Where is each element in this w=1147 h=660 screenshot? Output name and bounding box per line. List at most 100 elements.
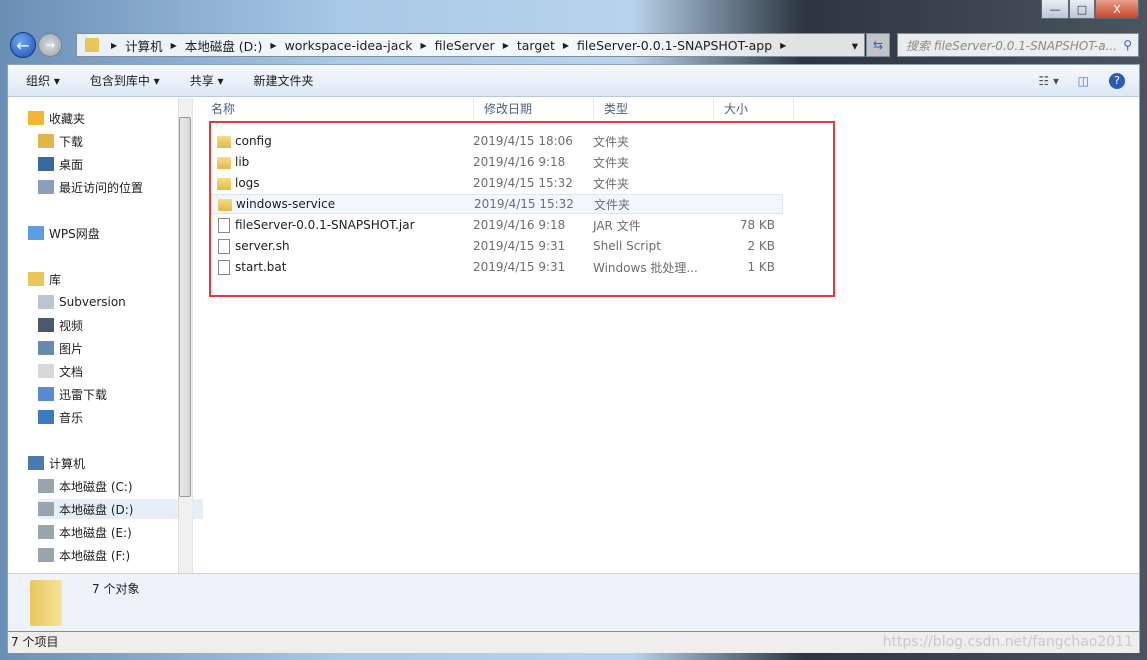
sidebar-label: 下载: [59, 134, 84, 149]
address-dropdown-icon[interactable]: ▾: [852, 38, 858, 53]
breadcrumb-item[interactable]: 计算机: [125, 36, 163, 55]
sidebar-label: Subversion: [59, 295, 126, 309]
item-lib-2-icon: [38, 341, 54, 355]
sidebar-item-lib-4[interactable]: 迅雷下载: [38, 384, 107, 404]
share-button[interactable]: 共享 ▾: [190, 72, 224, 89]
folder-large-icon: [30, 580, 62, 626]
sidebar-wps[interactable]: WPS网盘: [28, 223, 100, 243]
sidebar-drive-0[interactable]: 本地磁盘 (C:): [38, 476, 133, 496]
breadcrumb-item[interactable]: workspace-idea-jack: [285, 38, 413, 53]
breadcrumb-item[interactable]: target: [517, 38, 555, 53]
sidebar-item-lib-2[interactable]: 图片: [38, 338, 83, 358]
highlight-box: [209, 121, 835, 297]
sidebar-label: 图片: [59, 341, 84, 356]
column-date[interactable]: 修改日期: [474, 98, 594, 120]
sidebar-item-fav-1[interactable]: 桌面: [38, 154, 83, 174]
item-fav-2-icon: [38, 180, 54, 194]
drive-0-icon: [38, 479, 54, 493]
sidebar-item-lib-1[interactable]: 视频: [38, 315, 83, 335]
breadcrumb-item[interactable]: fileServer: [435, 38, 495, 53]
breadcrumb-separator[interactable]: ▶: [111, 41, 117, 50]
sidebar-label: 文档: [59, 364, 84, 379]
breadcrumb-separator[interactable]: ▶: [780, 41, 786, 50]
sidebar-label: 音乐: [59, 410, 84, 425]
address-bar[interactable]: ▶ 计算机 ▶ 本地磁盘 (D:) ▶ workspace-idea-jack ▶ fileS…: [76, 33, 865, 57]
refresh-button[interactable]: ⇆: [866, 33, 890, 57]
sidebar-label: 计算机: [49, 456, 86, 471]
back-button[interactable]: ←: [10, 32, 36, 58]
details-pane: 7 个对象: [8, 573, 1139, 631]
breadcrumb-item[interactable]: 本地磁盘 (D:): [185, 36, 263, 55]
sidebar-label: 迅雷下载: [59, 387, 108, 402]
new-folder-button[interactable]: 新建文件夹: [254, 72, 314, 89]
navigation-pane: 收藏夹下载桌面最近访问的位置 WPS网盘库 Subversion 视频图片文档迅雷下载…: [8, 98, 203, 573]
breadcrumb-separator[interactable]: ▶: [171, 41, 177, 50]
sidebar-drive-3[interactable]: 本地磁盘 (F:): [38, 545, 130, 565]
sidebar-label: 本地磁盘 (E:): [59, 525, 132, 540]
sidebar-label: 最近访问的位置: [59, 180, 144, 195]
drive-2-icon: [38, 525, 54, 539]
libraries-icon: [28, 272, 44, 286]
item-lib-5-icon: [38, 410, 54, 424]
sidebar-label: 库: [49, 272, 62, 287]
sidebar-label: WPS网盘: [49, 226, 100, 241]
explorer-frame: 组织 ▾ 包含到库中 ▾ 共享 ▾ 新建文件夹 ☷ ▾ ◫ ? 收藏夹下载桌面最…: [7, 64, 1140, 653]
minimize-button[interactable]: —: [1041, 0, 1069, 19]
search-input[interactable]: 搜索 fileServer-0.0.1-SNAPSHOT-a... ⚲: [897, 33, 1139, 57]
sidebar-label: 本地磁盘 (D:): [59, 502, 134, 517]
column-type[interactable]: 类型: [594, 98, 714, 120]
drive-3-icon: [38, 548, 54, 562]
sidebar-favorites[interactable]: 收藏夹: [28, 108, 85, 128]
column-headers: 名称 修改日期 类型 大小: [201, 98, 1141, 120]
sidebar-item-lib-5[interactable]: 音乐: [38, 407, 83, 427]
sidebar-label: 桌面: [59, 157, 84, 172]
window-controls: — □ X: [1041, 0, 1139, 19]
breadcrumb-separator[interactable]: ▶: [563, 41, 569, 50]
sidebar-item-lib-0[interactable]: Subversion: [38, 292, 126, 312]
forward-button[interactable]: →: [38, 33, 62, 57]
command-bar: 组织 ▾ 包含到库中 ▾ 共享 ▾ 新建文件夹 ☷ ▾ ◫ ?: [8, 65, 1139, 97]
search-placeholder: 搜索 fileServer-0.0.1-SNAPSHOT-a...: [906, 38, 1118, 53]
wps-icon: [28, 226, 44, 240]
item-fav-1-icon: [38, 157, 54, 171]
refresh-icon: ⇆: [872, 38, 884, 52]
column-name[interactable]: 名称: [201, 98, 474, 120]
sidebar-item-lib-3[interactable]: 文档: [38, 361, 83, 381]
arrow-left-icon: ←: [16, 35, 30, 55]
preview-pane-icon[interactable]: ◫: [1078, 74, 1089, 88]
folder-icon: [85, 38, 99, 52]
maximize-button[interactable]: □: [1069, 0, 1095, 19]
sidebar-drive-2[interactable]: 本地磁盘 (E:): [38, 522, 132, 542]
computer-icon: [28, 456, 44, 470]
scrollbar-thumb[interactable]: [179, 117, 191, 497]
breadcrumb-separator[interactable]: ▶: [503, 41, 509, 50]
help-icon[interactable]: ?: [1109, 72, 1125, 89]
sidebar-item-fav-0[interactable]: 下载: [38, 131, 83, 151]
column-size[interactable]: 大小: [714, 98, 794, 120]
sidebar-label: 视频: [59, 318, 84, 333]
sidebar-label: 收藏夹: [49, 111, 86, 126]
sidebar-libraries[interactable]: 库: [28, 269, 61, 289]
sidebar-label: 本地磁盘 (F:): [59, 548, 131, 563]
item-lib-3-icon: [38, 364, 54, 378]
arrow-right-icon: →: [44, 38, 56, 52]
item-lib-4-icon: [38, 387, 54, 401]
watermark: https://blog.csdn.net/fangchao2011: [882, 634, 1133, 650]
include-library-button[interactable]: 包含到库中 ▾: [90, 72, 160, 89]
sidebar-computer[interactable]: 计算机: [28, 453, 85, 473]
item-lib-1-icon: [38, 318, 54, 332]
breadcrumb-item[interactable]: fileServer-0.0.1-SNAPSHOT-app: [577, 38, 772, 53]
item-count: 7 个项目: [11, 635, 59, 649]
breadcrumb-separator[interactable]: ▶: [421, 41, 427, 50]
sidebar-label: 本地磁盘 (C:): [59, 479, 133, 494]
sidebar-item-fav-2[interactable]: 最近访问的位置: [38, 177, 143, 197]
favorites-icon: [28, 111, 44, 125]
close-button[interactable]: X: [1095, 0, 1139, 19]
view-options-icon[interactable]: ☷ ▾: [1038, 74, 1059, 88]
item-fav-0-icon: [38, 134, 54, 148]
organize-button[interactable]: 组织 ▾: [26, 72, 60, 89]
breadcrumb-separator[interactable]: ▶: [270, 41, 276, 50]
drive-1-icon: [38, 502, 54, 516]
item-lib-0-icon: [38, 295, 54, 309]
details-summary: 7 个对象: [92, 582, 140, 596]
